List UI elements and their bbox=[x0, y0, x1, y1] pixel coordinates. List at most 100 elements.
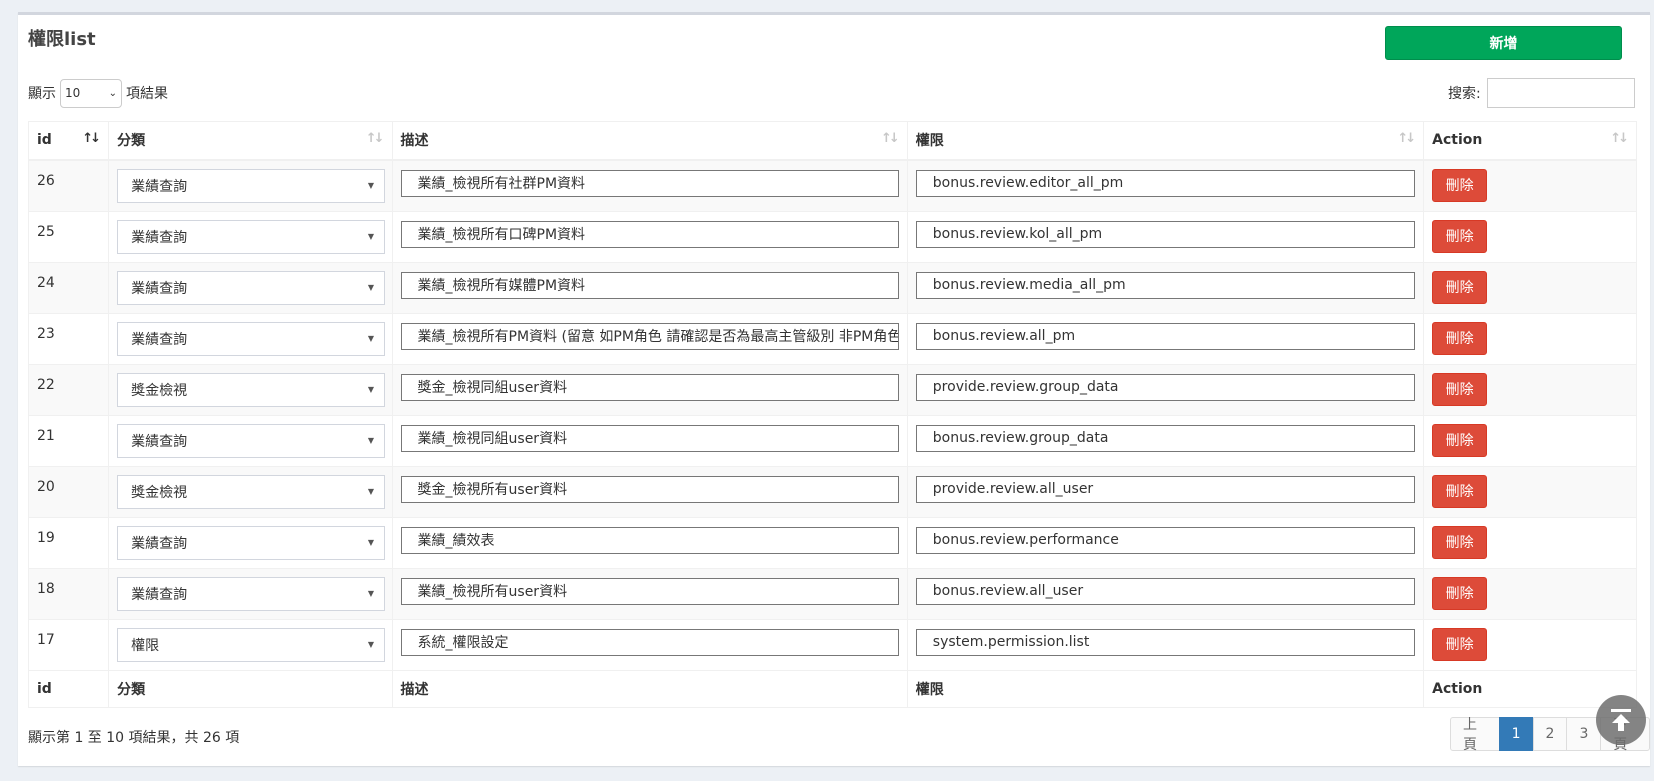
cell-category: 權限 ▼ bbox=[108, 618, 393, 671]
page-2-button[interactable]: 2 bbox=[1532, 717, 1568, 751]
cell-id: 22 bbox=[27, 363, 110, 416]
delete-button[interactable]: 刪除 bbox=[1432, 372, 1488, 406]
description-input[interactable]: 業績_檢視所有媒體PM資料 bbox=[400, 271, 899, 299]
cell-action: 刪除 bbox=[1423, 567, 1637, 620]
caret-down-icon: ▼ bbox=[367, 385, 375, 394]
description-input[interactable]: 業績_績效表 bbox=[400, 526, 899, 554]
category-select[interactable]: 獎金檢視 ▼ bbox=[117, 474, 386, 509]
cell-category: 獎金檢視 ▼ bbox=[108, 363, 393, 416]
category-select[interactable]: 權限 ▼ bbox=[117, 627, 386, 662]
delete-button[interactable]: 刪除 bbox=[1432, 474, 1488, 508]
page-length-select[interactable]: 10 ⌄ bbox=[60, 78, 122, 108]
column-header-permission[interactable]: 權限 ↑↓ bbox=[906, 121, 1425, 161]
column-header-category[interactable]: 分類 ↑↓ bbox=[108, 121, 393, 161]
row-id: 19 bbox=[37, 529, 55, 546]
permission-input[interactable]: bonus.review.performance bbox=[915, 526, 1416, 554]
cell-permission: bonus.review.all_user bbox=[906, 567, 1425, 620]
category-select[interactable]: 業績查詢 ▼ bbox=[117, 576, 386, 611]
sort-icon: ↑↓ bbox=[1397, 131, 1416, 146]
column-header-action[interactable]: Action ↑↓ bbox=[1423, 121, 1637, 161]
description-input[interactable]: 業績_檢視所有PM資料 (留意 如PM角色 請確認是否為最高主管級別 非PM角色 bbox=[400, 322, 899, 350]
category-select[interactable]: 業績查詢 ▼ bbox=[117, 270, 386, 305]
description-input[interactable]: 業績_檢視所有user資料 bbox=[400, 577, 899, 605]
column-header-label: 權限 bbox=[915, 133, 944, 150]
permission-input[interactable]: bonus.review.all_user bbox=[915, 577, 1416, 605]
category-select[interactable]: 業績查詢 ▼ bbox=[117, 321, 386, 356]
table-row: 22 獎金檢視 ▼ 獎金_檢視同組user資料 provide.review.group… bbox=[27, 363, 1637, 416]
row-id: 25 bbox=[37, 223, 55, 240]
category-select[interactable]: 業績查詢 ▼ bbox=[117, 168, 386, 203]
cell-action: 刪除 bbox=[1423, 363, 1637, 416]
column-header-description[interactable]: 描述 ↑↓ bbox=[391, 121, 908, 161]
permission-input[interactable]: bonus.review.all_pm bbox=[915, 322, 1416, 350]
column-header-id[interactable]: id ↑↓ bbox=[27, 121, 110, 161]
permission-panel: 權限list 新增 顯示 10 ⌄ 項結果 搜索: id ↑↓ 分類 ↑↓ 描述 ↑↓… bbox=[18, 12, 1650, 766]
delete-button[interactable]: 刪除 bbox=[1432, 627, 1488, 661]
table-row: 18 業績查詢 ▼ 業績_檢視所有user資料 bonus.review.all_use… bbox=[27, 567, 1637, 620]
cell-action: 刪除 bbox=[1423, 261, 1637, 314]
delete-button[interactable]: 刪除 bbox=[1432, 321, 1488, 355]
delete-button[interactable]: 刪除 bbox=[1432, 219, 1488, 253]
caret-down-icon: ▼ bbox=[367, 487, 375, 496]
cell-category: 業績查詢 ▼ bbox=[108, 567, 393, 620]
permission-input[interactable]: bonus.review.kol_all_pm bbox=[915, 220, 1416, 248]
footer-header-category: 分類 bbox=[108, 669, 393, 708]
row-id: 23 bbox=[37, 325, 55, 342]
caret-down-icon: ▼ bbox=[367, 538, 375, 547]
table-row: 19 業績查詢 ▼ 業績_績效表 bonus.review.performance 刪除 bbox=[27, 516, 1637, 569]
permission-input[interactable]: bonus.review.group_data bbox=[915, 424, 1416, 452]
footer-header-permission: 權限 bbox=[906, 669, 1425, 708]
delete-button[interactable]: 刪除 bbox=[1432, 423, 1488, 457]
caret-down-icon: ▼ bbox=[367, 232, 375, 241]
description-input[interactable]: 獎金_檢視同組user資料 bbox=[400, 373, 899, 401]
table-row: 21 業績查詢 ▼ 業績_檢視同組user資料 bonus.review.group_d… bbox=[27, 414, 1637, 467]
category-select[interactable]: 業績查詢 ▼ bbox=[117, 219, 386, 254]
cell-permission: bonus.review.performance bbox=[906, 516, 1425, 569]
table-info: 顯示第 1 至 10 項結果，共 26 項 bbox=[28, 730, 240, 746]
category-value: 權限 bbox=[131, 637, 160, 654]
description-input[interactable]: 業績_檢視所有口碑PM資料 bbox=[400, 220, 899, 248]
caret-down-icon: ▼ bbox=[367, 640, 375, 649]
cell-description: 業績_檢視所有社群PM資料 bbox=[391, 159, 908, 212]
search-input[interactable] bbox=[1486, 78, 1635, 108]
delete-button[interactable]: 刪除 bbox=[1432, 525, 1488, 559]
cell-permission: bonus.review.group_data bbox=[906, 414, 1425, 467]
permission-input[interactable]: provide.review.all_user bbox=[915, 475, 1416, 503]
search-label: 搜索: bbox=[1448, 86, 1481, 102]
cell-description: 獎金_檢視所有user資料 bbox=[391, 465, 908, 518]
cell-id: 21 bbox=[27, 414, 110, 467]
prev-page-button[interactable]: 上頁 bbox=[1450, 717, 1500, 753]
caret-down-icon: ▼ bbox=[367, 283, 375, 292]
description-input[interactable]: 獎金_檢視所有user資料 bbox=[400, 475, 899, 503]
page-1-button[interactable]: 1 bbox=[1498, 717, 1534, 751]
description-input[interactable]: 業績_檢視同組user資料 bbox=[400, 424, 899, 452]
cell-permission: bonus.review.all_pm bbox=[906, 312, 1425, 365]
table-body: 26 業績查詢 ▼ 業績_檢視所有社群PM資料 bonus.review.editor_… bbox=[27, 159, 1637, 671]
category-select[interactable]: 業績查詢 ▼ bbox=[117, 423, 386, 458]
cell-description: 業績_績效表 bbox=[391, 516, 908, 569]
permission-input[interactable]: bonus.review.media_all_pm bbox=[915, 271, 1416, 299]
delete-button[interactable]: 刪除 bbox=[1432, 168, 1488, 202]
cell-id: 20 bbox=[27, 465, 110, 518]
permission-input[interactable]: system.permission.list bbox=[915, 628, 1416, 656]
scroll-to-top-button[interactable] bbox=[1596, 695, 1646, 745]
category-select[interactable]: 業績查詢 ▼ bbox=[117, 525, 386, 560]
column-header-label: 分類 bbox=[117, 133, 146, 150]
cell-id: 18 bbox=[27, 567, 110, 620]
category-select[interactable]: 獎金檢視 ▼ bbox=[117, 372, 386, 407]
add-button[interactable]: 新增 bbox=[1385, 26, 1622, 60]
permission-input[interactable]: bonus.review.editor_all_pm bbox=[915, 169, 1416, 197]
page-length-value: 10 bbox=[65, 86, 81, 100]
delete-button[interactable]: 刪除 bbox=[1432, 270, 1488, 304]
permission-table: id ↑↓ 分類 ↑↓ 描述 ↑↓ 權限 ↑↓ Action ↑↓ 26 業績查詢 ▼ 業績_檢… bbox=[27, 121, 1637, 708]
description-input[interactable]: 業績_檢視所有社群PM資料 bbox=[400, 169, 899, 197]
category-value: 獎金檢視 bbox=[131, 484, 188, 501]
page-length-control: 顯示 10 ⌄ 項結果 bbox=[28, 78, 168, 108]
table-row: 26 業績查詢 ▼ 業績_檢視所有社群PM資料 bonus.review.editor_… bbox=[27, 159, 1637, 212]
delete-button[interactable]: 刪除 bbox=[1432, 576, 1488, 610]
description-input[interactable]: 系統_權限設定 bbox=[400, 628, 899, 656]
cell-id: 25 bbox=[27, 210, 110, 263]
column-header-label: Action bbox=[1432, 132, 1483, 149]
permission-input[interactable]: provide.review.group_data bbox=[915, 373, 1416, 401]
row-id: 22 bbox=[37, 376, 55, 393]
